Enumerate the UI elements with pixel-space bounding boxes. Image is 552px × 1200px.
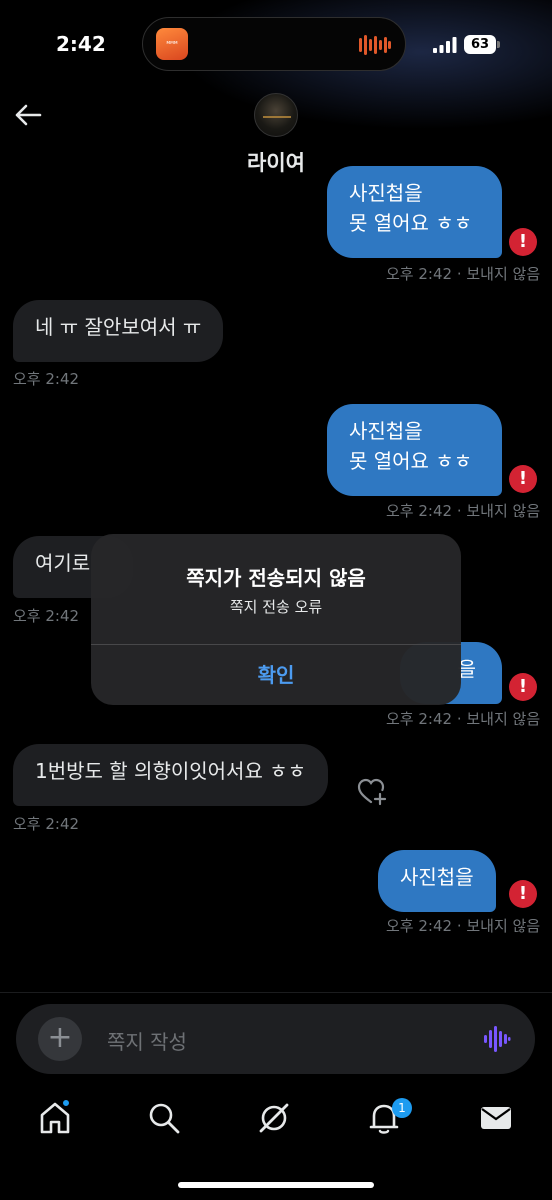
message-text: 여기로 (35, 551, 91, 575)
dialog-message: 쪽지 전송 오류 (229, 598, 323, 616)
message-time: 오후 2:42 (386, 710, 453, 728)
message-text: 사진첩을 (400, 865, 474, 889)
message-status: · 보내지 않음 (456, 265, 541, 283)
battery-tip (497, 41, 500, 48)
message-meta: 오후 2:42 · 보내지 않음 (386, 500, 540, 521)
heart-plus-icon[interactable] (357, 778, 387, 806)
message-status: · 보내지 않음 (456, 502, 541, 520)
message-bubble-outgoing[interactable]: 사진첩을 (378, 850, 496, 912)
message-line: 사진첩을 (349, 181, 423, 205)
home-indicator[interactable] (178, 1182, 374, 1188)
message-status: · 보내지 않음 (456, 710, 541, 728)
message-meta: 오후 2:42 · 보내지 않음 (386, 708, 540, 729)
dialog-title: 쪽지가 전송되지 않음 (186, 566, 366, 590)
message-meta: 오후 2:42 · 보내지 않음 (386, 915, 540, 936)
message-line: 사진첩을 (349, 419, 423, 443)
notification-count-badge: 1 (392, 1098, 412, 1118)
message-line: 못 열어요 ㅎㅎ (349, 211, 473, 235)
message-time: 오후 2:42 (13, 815, 80, 833)
confirm-button[interactable]: 확인 (91, 645, 461, 705)
error-icon[interactable]: ! (509, 228, 537, 256)
battery-indicator: 63 (464, 35, 496, 54)
avatar[interactable] (254, 93, 298, 137)
message-composer[interactable]: + 쪽지 작성 (16, 1004, 535, 1074)
error-icon[interactable]: ! (509, 673, 537, 701)
home-badge-dot (61, 1098, 71, 1108)
message-bubble-incoming[interactable]: 1번방도 할 의향이잇어서요 ㅎㅎ (13, 744, 328, 806)
status-time: 2:42 (56, 32, 106, 56)
message-time: 오후 2:42 (386, 917, 453, 935)
voice-message-icon[interactable] (483, 1025, 511, 1053)
mail-icon[interactable] (478, 1100, 514, 1136)
composer-divider (0, 992, 552, 993)
message-time: 오후 2:42 (13, 370, 80, 388)
grok-icon[interactable] (256, 1100, 292, 1136)
message-text: 네 ㅠ 잘안보여서 ㅠ (35, 315, 202, 339)
alert-dialog: 쪽지가 전송되지 않음 쪽지 전송 오류 확인 (91, 534, 461, 705)
message-bubble-outgoing[interactable]: 사진첩을 못 열어요 ㅎㅎ (327, 404, 502, 496)
dynamic-island[interactable]: ᴍᴍᴍ (142, 17, 406, 71)
message-bubble-outgoing[interactable]: 사진첩을 못 열어요 ㅎㅎ (327, 166, 502, 258)
cellular-signal-icon (433, 37, 457, 53)
message-time: 오후 2:42 (13, 607, 80, 625)
plus-icon[interactable]: + (38, 1017, 82, 1061)
error-icon[interactable]: ! (509, 880, 537, 908)
message-meta: 오후 2:42 · 보내지 않음 (386, 263, 540, 284)
message-time: 오후 2:42 (386, 265, 453, 283)
message-line: 못 열어요 ㅎㅎ (349, 449, 473, 473)
arrow-left-icon[interactable] (14, 103, 42, 127)
audio-waveform-icon (359, 35, 391, 55)
message-status: · 보내지 않음 (456, 917, 541, 935)
live-activity-app-icon: ᴍᴍᴍ (156, 28, 188, 60)
message-text: 1번방도 할 의향이잇어서요 ㅎㅎ (35, 759, 306, 783)
message-bubble-incoming[interactable]: 네 ㅠ 잘안보여서 ㅠ (13, 300, 224, 362)
error-icon[interactable]: ! (509, 465, 537, 493)
search-icon[interactable] (146, 1100, 182, 1136)
message-time: 오후 2:42 (386, 502, 453, 520)
message-input[interactable]: 쪽지 작성 (107, 1026, 187, 1055)
